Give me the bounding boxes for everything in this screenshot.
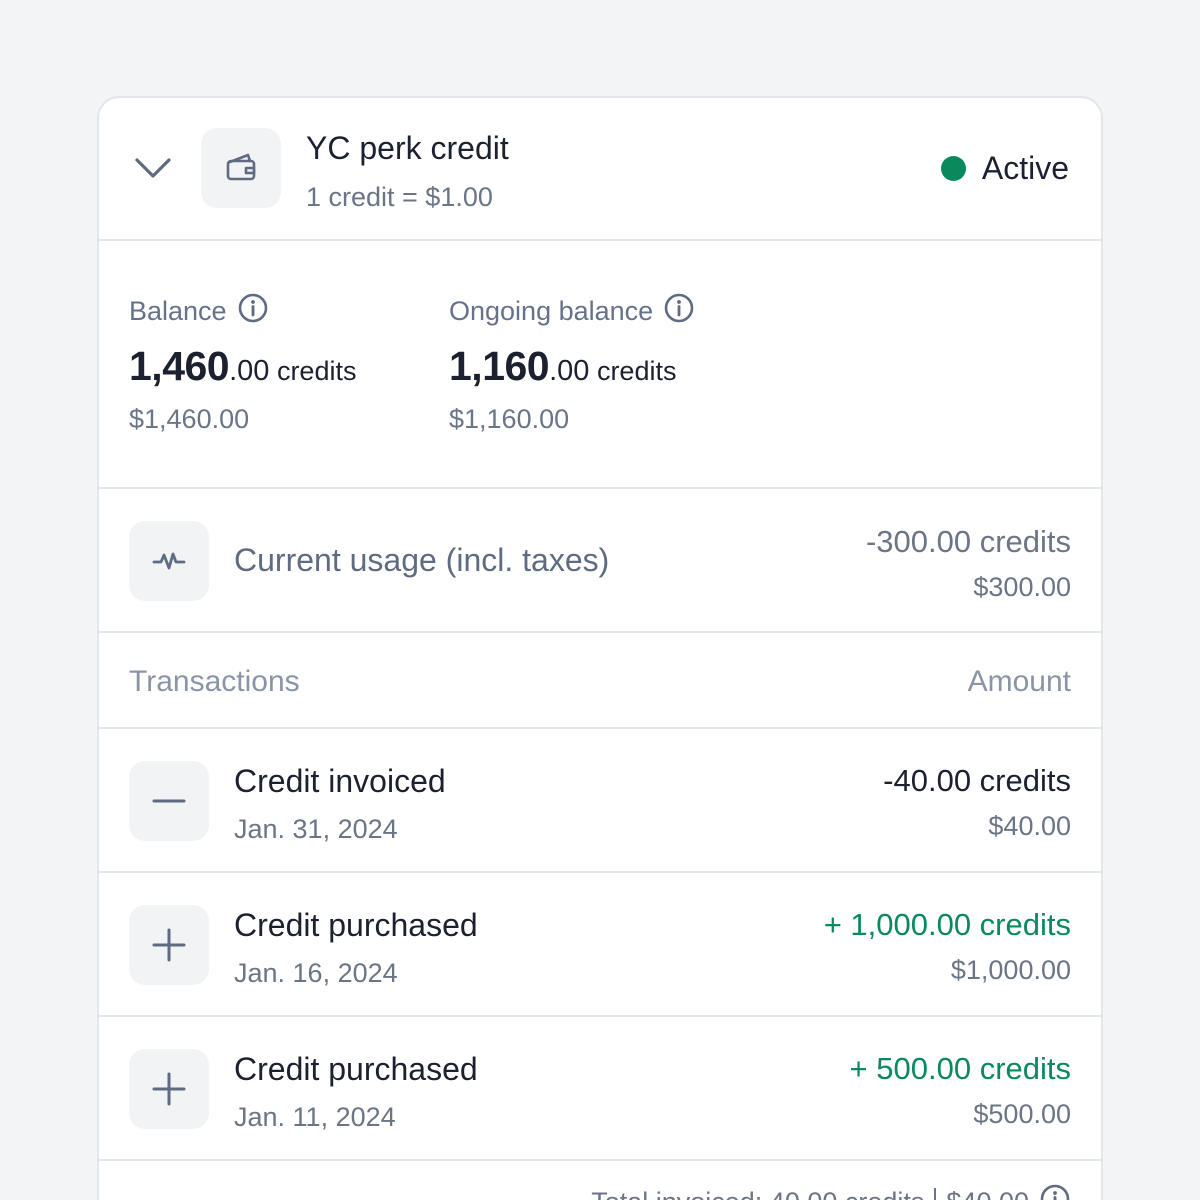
transaction-credits: + 1,000.00 credits xyxy=(823,907,1071,942)
current-usage-label: Current usage (incl. taxes) xyxy=(234,542,610,578)
balance-amount-dec: .00 xyxy=(229,355,270,387)
chevron-down-icon[interactable] xyxy=(129,148,177,188)
balance-block: Balance 1,460.00 credits $1,460.00 xyxy=(129,293,356,435)
transaction-date: Jan. 31, 2024 xyxy=(234,814,398,844)
activity-icon xyxy=(129,521,209,601)
transaction-name: Credit purchased xyxy=(234,1051,478,1087)
ongoing-balance-block: Ongoing balance 1,160.00 credits $1,160.… xyxy=(449,293,695,435)
total-invoiced-credits: Total invoiced: 40.00 credits xyxy=(591,1187,924,1200)
transaction-usd: $1,000.00 xyxy=(950,955,1071,985)
transaction-name: Credit purchased xyxy=(234,907,478,943)
divider xyxy=(934,1187,937,1200)
ongoing-balance-amount-int: 1,160 xyxy=(449,343,550,389)
ongoing-balance-amount-dec: .00 xyxy=(549,355,590,387)
transaction-usd: $500.00 xyxy=(973,1099,1071,1129)
minus-icon xyxy=(129,761,209,841)
total-invoiced-footer: Total invoiced: 40.00 credits $40.00 xyxy=(99,1161,1101,1200)
balance-amount: 1,460.00 credits xyxy=(129,343,356,390)
transaction-row[interactable]: Credit invoiced Jan. 31, 2024 -40.00 cre… xyxy=(99,729,1101,873)
credit-rate: 1 credit = $1.00 xyxy=(306,182,493,212)
transaction-date: Jan. 16, 2024 xyxy=(234,958,398,988)
transaction-date: Jan. 11, 2024 xyxy=(234,1102,396,1132)
wallet-icon xyxy=(201,128,281,208)
info-icon[interactable] xyxy=(663,292,695,331)
credit-card-panel: YC perk credit 1 credit = $1.00 Active B… xyxy=(97,96,1103,1200)
plus-icon xyxy=(129,1049,209,1129)
credit-title: YC perk credit xyxy=(306,130,509,166)
balance-usd: $1,460.00 xyxy=(129,404,250,434)
ongoing-balance-label: Ongoing balance xyxy=(449,295,654,326)
credit-header: YC perk credit 1 credit = $1.00 Active xyxy=(99,98,1101,241)
balances-section: Balance 1,460.00 credits $1,460.00 Ongoi… xyxy=(99,241,1101,489)
transaction-name: Credit invoiced xyxy=(234,763,446,799)
transaction-usd: $40.00 xyxy=(988,811,1071,841)
total-invoiced-usd: $40.00 xyxy=(946,1187,1029,1200)
transactions-column-label: Transactions xyxy=(129,665,300,698)
ongoing-balance-amount: 1,160.00 credits xyxy=(449,343,695,390)
plus-icon xyxy=(129,905,209,985)
transaction-credits: -40.00 credits xyxy=(883,763,1071,798)
transaction-row[interactable]: Credit purchased Jan. 11, 2024 + 500.00 … xyxy=(99,1017,1101,1161)
info-icon[interactable] xyxy=(1039,1183,1071,1200)
ongoing-balance-unit: credits xyxy=(589,356,677,386)
status-label: Active xyxy=(981,150,1069,186)
balance-unit: credits xyxy=(269,356,357,386)
current-usage-row: Current usage (incl. taxes) -300.00 cred… xyxy=(99,489,1101,633)
amount-column-label: Amount xyxy=(967,665,1071,698)
current-usage-usd: $300.00 xyxy=(973,572,1071,602)
balance-label: Balance xyxy=(129,295,227,326)
transaction-credits: + 500.00 credits xyxy=(849,1051,1071,1086)
ongoing-balance-usd: $1,160.00 xyxy=(449,404,570,434)
status-dot xyxy=(940,156,966,181)
transaction-row[interactable]: Credit purchased Jan. 16, 2024 + 1,000.0… xyxy=(99,873,1101,1017)
status-badge: Active xyxy=(940,150,1069,187)
transactions-header: Transactions Amount xyxy=(99,633,1101,729)
balance-amount-int: 1,460 xyxy=(129,343,230,389)
info-icon[interactable] xyxy=(237,292,269,331)
current-usage-credits: -300.00 credits xyxy=(865,524,1071,559)
